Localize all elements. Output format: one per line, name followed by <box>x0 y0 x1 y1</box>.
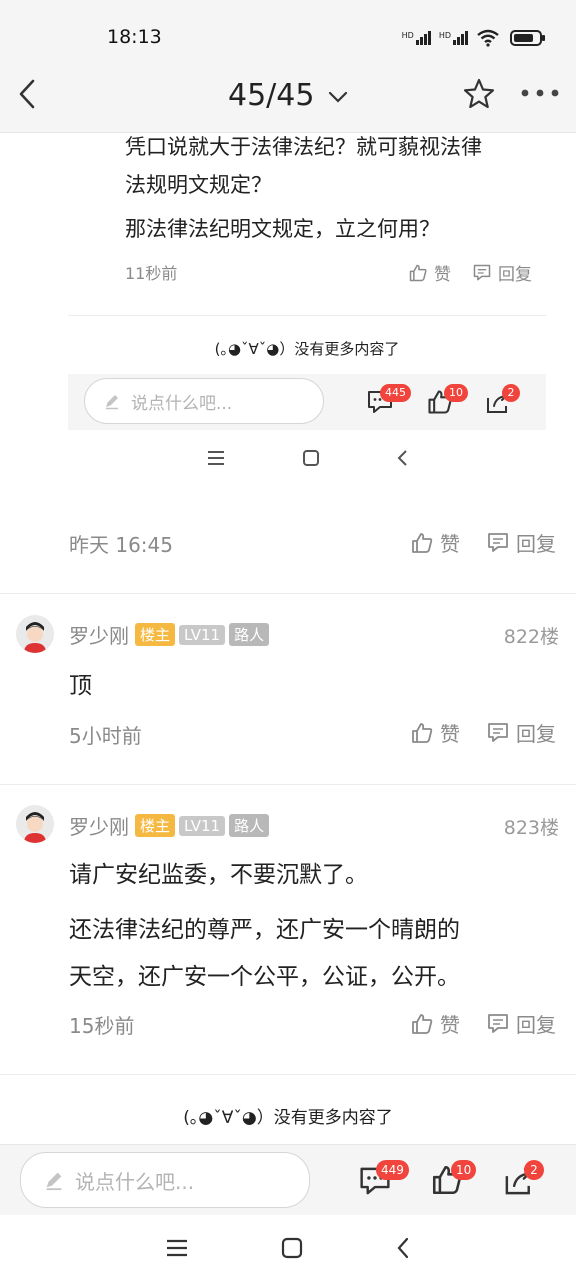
signal-icon: HD <box>402 31 431 45</box>
embedded-bottom-bar: 说点什么吧... 445 10 2 <box>68 374 546 430</box>
thumbs-up-icon <box>412 1013 433 1034</box>
reply-label: 回复 <box>516 532 556 556</box>
reply-button[interactable]: 回复 <box>486 528 556 557</box>
reply-icon <box>488 1013 508 1033</box>
post-content-line: 天空，还广安一个公平，公证，公开。 <box>69 964 460 990</box>
star-icon[interactable] <box>462 77 496 111</box>
post-time: 5小时前 <box>69 724 142 748</box>
like-button[interactable]: 赞 <box>410 1009 460 1038</box>
embedded-nav-bar <box>168 442 448 474</box>
embedded-divider <box>68 315 546 316</box>
like-button[interactable]: 赞 <box>410 528 460 557</box>
avatar[interactable] <box>16 805 54 843</box>
comment-count-badge: 449 <box>376 1160 409 1180</box>
floor-number: 822楼 <box>503 626 559 648</box>
avatar[interactable] <box>16 615 54 653</box>
author-row: 罗少刚 楼主 LV11 路人 <box>69 811 270 840</box>
thumbs-up-icon <box>412 532 433 553</box>
thumbs-up-icon <box>412 722 433 743</box>
embedded-time: 11秒前 <box>125 264 178 283</box>
post-content-line: 还法律法纪的尊严，还广安一个晴朗的 <box>69 917 460 943</box>
back-icon <box>397 450 407 466</box>
system-nav-bar <box>0 1215 576 1280</box>
role-tag: 路人 <box>229 814 270 837</box>
reply-label: 回复 <box>516 722 556 746</box>
author-name[interactable]: 罗少刚 <box>69 620 129 649</box>
menu-icon[interactable] <box>165 1237 189 1259</box>
menu-icon <box>208 451 224 465</box>
pencil-icon <box>46 1172 62 1191</box>
top-bar: 45/45 <box>0 56 576 133</box>
post-time: 昨天 16:45 <box>69 533 173 557</box>
signal-icon-2: HD <box>439 31 468 45</box>
post-822: 罗少刚 楼主 LV11 路人 822楼 顶 5小时前 赞 回复 <box>0 594 576 784</box>
author-name[interactable]: 罗少刚 <box>69 811 129 840</box>
like-label: 赞 <box>440 532 460 556</box>
embedded-no-more: (｡◕ˇ∀ˇ◕）没有更多内容了 <box>214 340 400 358</box>
comment-input-placeholder: 说点什么吧... <box>75 1169 195 1194</box>
status-bar: 18:13 HD HD <box>0 0 576 56</box>
post-time: 15秒前 <box>69 1014 135 1038</box>
more-icon[interactable] <box>520 86 560 100</box>
chevron-down-icon <box>328 91 348 103</box>
reply-button[interactable]: 回复 <box>486 1009 556 1038</box>
role-tag: 路人 <box>229 623 270 646</box>
embedded-like-badge: 10 <box>444 384 468 402</box>
status-time: 18:13 <box>107 26 162 48</box>
like-button[interactable]: 赞 <box>410 718 460 747</box>
embedded-screenshot: 凭口说就大于法律法纪？就可藐视法律 法规明文规定？ 那法律法纪明文规定，立之何用… <box>68 132 546 482</box>
status-icons: HD HD <box>402 27 546 49</box>
embedded-line: 凭口说就大于法律法纪？就可藐视法律 <box>125 135 482 159</box>
embedded-reply: 回复 <box>472 260 532 285</box>
embedded-share-badge: 2 <box>502 384 520 402</box>
pencil-icon <box>106 395 118 410</box>
no-more-content: (｡◕ˇ∀ˇ◕）没有更多内容了 <box>183 1108 393 1128</box>
reply-icon <box>473 264 491 280</box>
bottom-bar: 说点什么吧... 449 10 2 <box>0 1144 576 1215</box>
reply-icon <box>488 532 508 552</box>
level-tag: LV11 <box>179 815 226 836</box>
like-count-badge: 10 <box>451 1160 477 1180</box>
page-indicator: 45/45 <box>227 78 315 113</box>
share-count-badge: 2 <box>524 1160 544 1180</box>
home-icon[interactable] <box>281 1237 303 1259</box>
author-row: 罗少刚 楼主 LV11 路人 <box>69 620 270 649</box>
back-icon[interactable] <box>395 1237 411 1259</box>
owner-tag: 楼主 <box>135 623 176 646</box>
level-tag: LV11 <box>179 624 226 645</box>
reply-icon <box>488 722 508 742</box>
embedded-like: 赞 <box>408 260 451 285</box>
reply-button[interactable]: 回复 <box>486 718 556 747</box>
reply-label: 回复 <box>516 1013 556 1037</box>
post-823: 罗少刚 楼主 LV11 路人 823楼 请广安纪监委，不要沉默了。 还法律法纪的… <box>0 785 576 1075</box>
home-icon <box>303 450 319 466</box>
like-label: 赞 <box>440 1013 460 1037</box>
floor-number: 823楼 <box>503 817 559 839</box>
comment-input[interactable]: 说点什么吧... <box>20 1152 310 1208</box>
embedded-input: 说点什么吧... <box>84 378 324 424</box>
embedded-line: 法规明文规定？ <box>125 173 272 197</box>
battery-icon <box>510 30 545 46</box>
owner-tag: 楼主 <box>135 814 176 837</box>
embedded-comment-badge: 445 <box>380 384 411 402</box>
post-content: 顶 <box>69 673 92 699</box>
post-content-line: 请广安纪监委，不要沉默了。 <box>69 862 368 888</box>
like-label: 赞 <box>440 722 460 746</box>
thumbs-up-icon <box>409 264 427 281</box>
wifi-icon <box>477 29 499 47</box>
embedded-line: 那法律法纪明文规定，立之何用？ <box>125 217 440 241</box>
post-divider <box>0 1074 576 1075</box>
